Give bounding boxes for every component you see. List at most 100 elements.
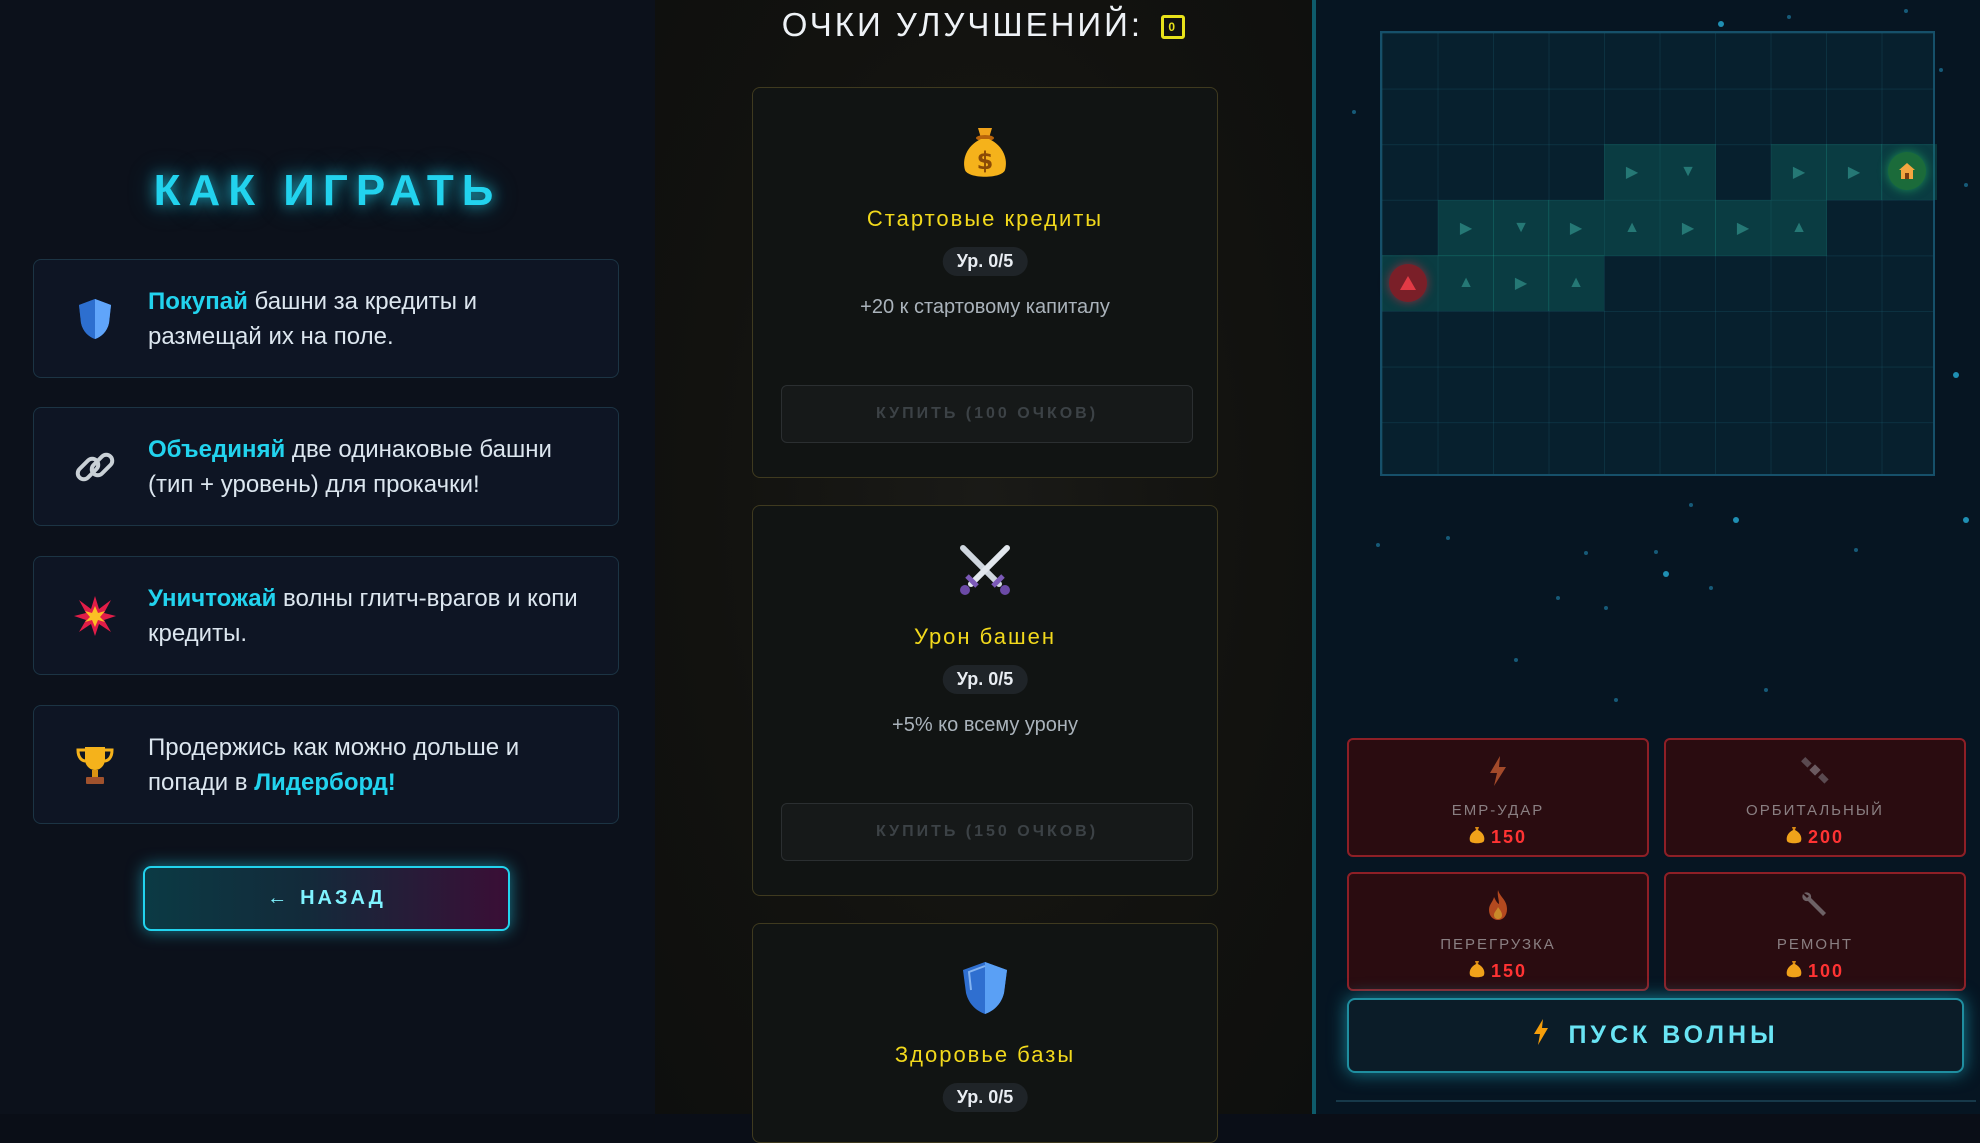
upgrade-level-badge: Ур. 0/5 bbox=[942, 1083, 1028, 1112]
ability-orbital[interactable]: ОРБИТАЛЬНЫЙ 200 bbox=[1664, 738, 1966, 857]
rule-text: Уничтожай волны глитч-врагов и копи кред… bbox=[148, 581, 588, 651]
upgrade-name: Урон башен bbox=[913, 624, 1057, 649]
ability-emp[interactable]: EMP-УДАР 150 bbox=[1347, 738, 1649, 857]
star bbox=[1604, 606, 1608, 610]
upgrade-points-label: ОЧКИ УЛУЧШЕНИЙ: bbox=[781, 6, 1144, 43]
back-button[interactable]: ← НАЗАД bbox=[143, 866, 510, 931]
ability-cost: 150 bbox=[1349, 826, 1647, 849]
rule-highlight: Уничтожай bbox=[148, 584, 277, 612]
base-icon bbox=[1888, 152, 1926, 190]
rule-highlight: Объединяй bbox=[148, 435, 286, 463]
star bbox=[1953, 372, 1959, 378]
ability-cost-value: 150 bbox=[1490, 961, 1528, 981]
upgrade-points-value: 0 bbox=[1161, 15, 1186, 40]
star bbox=[1709, 586, 1713, 590]
buy-upgrade-button[interactable]: КУПИТЬ (100 ОЧКОВ) bbox=[781, 385, 1193, 443]
path-tile: ▶ bbox=[1826, 144, 1882, 200]
star bbox=[1352, 110, 1356, 114]
ability-name: ПЕРЕГРУЗКА bbox=[1440, 936, 1556, 953]
upgrade-name: Здоровье базы bbox=[894, 1042, 1076, 1067]
rule-card-merge: Объединяй две одинаковые башни (тип + ур… bbox=[33, 407, 619, 526]
satellite-icon bbox=[1666, 755, 1964, 785]
ability-cost: 200 bbox=[1666, 826, 1964, 849]
money-bag-icon: $ bbox=[753, 124, 1217, 182]
star bbox=[1718, 21, 1724, 27]
launch-wave-button[interactable]: ПУСК ВОЛНЫ bbox=[1347, 998, 1964, 1073]
shield-icon bbox=[72, 296, 118, 342]
svg-text:$: $ bbox=[977, 147, 994, 175]
ability-cost-value: 100 bbox=[1807, 961, 1845, 981]
upgrade-points-header: ОЧКИ УЛУЧШЕНИЙ: 0 bbox=[655, 6, 1312, 44]
star bbox=[1733, 517, 1739, 523]
rule-highlight: Покупай bbox=[148, 287, 248, 315]
shield-icon bbox=[753, 960, 1217, 1018]
path-tile: ▶ bbox=[1548, 200, 1604, 256]
path-tile: ▲ bbox=[1438, 255, 1494, 311]
star bbox=[1663, 571, 1669, 577]
back-button-label: НАЗАД bbox=[300, 887, 386, 909]
star bbox=[1963, 517, 1969, 523]
ability-overload[interactable]: ПЕРЕГРУЗКА 150 bbox=[1347, 872, 1649, 991]
explosion-icon bbox=[72, 593, 118, 639]
how-to-play-title: КАК ИГРАТЬ bbox=[153, 166, 502, 215]
star bbox=[1654, 550, 1658, 554]
upgrade-level-badge: Ур. 0/5 bbox=[942, 247, 1028, 276]
enemy-spawn-icon bbox=[1389, 264, 1427, 302]
rule-text: Продержись как можно дольше и попади в Л… bbox=[148, 730, 588, 800]
path-tile: ▲ bbox=[1771, 200, 1827, 256]
arrow-left-icon: ← bbox=[267, 887, 291, 909]
upgrade-card-base-health: Здоровье базы Ур. 0/5 bbox=[752, 923, 1218, 1143]
money-bag-icon bbox=[1786, 960, 1802, 983]
ability-name: ОРБИТАЛЬНЫЙ bbox=[1746, 802, 1884, 819]
star bbox=[1556, 596, 1560, 600]
path-tile: ▼ bbox=[1660, 144, 1716, 200]
ability-name: РЕМОНТ bbox=[1776, 936, 1854, 953]
path-tile: ▶ bbox=[1660, 200, 1716, 256]
star bbox=[1764, 688, 1768, 692]
upgrade-card-starting-credits: $ Стартовые кредиты Ур. 0/5 +20 к старто… bbox=[752, 87, 1218, 478]
star bbox=[1904, 9, 1908, 13]
star bbox=[1614, 698, 1618, 702]
path-tile: ▲ bbox=[1548, 255, 1604, 311]
link-icon bbox=[72, 444, 118, 490]
buy-upgrade-button[interactable]: КУПИТЬ (150 ОЧКОВ) bbox=[781, 803, 1193, 861]
lightning-icon bbox=[1532, 1018, 1550, 1053]
upgrade-card-tower-damage: Урон башен Ур. 0/5 +5% ко всему урону КУ… bbox=[752, 505, 1218, 896]
upgrades-panel: ОЧКИ УЛУЧШЕНИЙ: 0 $ Стартовые кредиты Ур… bbox=[655, 0, 1312, 1143]
rule-text: Покупай башни за кредиты и размещай их н… bbox=[148, 284, 588, 354]
leaderboard-link[interactable]: Лидерборд! bbox=[254, 769, 396, 796]
path-tile: ▶ bbox=[1493, 255, 1549, 311]
star bbox=[1939, 68, 1943, 72]
rule-card-destroy: Уничтожай волны глитч-врагов и копи кред… bbox=[33, 556, 619, 675]
star bbox=[1787, 15, 1791, 19]
path-tile: ▶ bbox=[1771, 144, 1827, 200]
upgrade-name: Стартовые кредиты bbox=[866, 206, 1104, 231]
launch-wave-label: ПУСК ВОЛНЫ bbox=[1568, 1021, 1779, 1049]
divider bbox=[1336, 1100, 1976, 1102]
ability-cost: 150 bbox=[1349, 960, 1647, 983]
star bbox=[1854, 548, 1858, 552]
money-bag-icon bbox=[1469, 960, 1485, 983]
path-tile: ▶ bbox=[1715, 200, 1771, 256]
trophy-icon bbox=[72, 742, 118, 788]
rule-card-leaderboard: Продержись как можно дольше и попади в Л… bbox=[33, 705, 619, 824]
ability-cost: 100 bbox=[1666, 960, 1964, 983]
rule-text: Объединяй две одинаковые башни (тип + ур… bbox=[148, 432, 588, 502]
star bbox=[1689, 503, 1693, 507]
game-panel: ▶ ▼ ▶ ▶ ▶ ▼ ▶ ▲ ▶ ▶ ▲ ▲ ▶ ▲ EMP-УДАР 150… bbox=[1312, 0, 1980, 1114]
ability-repair[interactable]: РЕМОНТ 100 bbox=[1664, 872, 1966, 991]
crossed-swords-icon bbox=[753, 542, 1217, 600]
star bbox=[1446, 536, 1450, 540]
star bbox=[1584, 551, 1588, 555]
money-bag-icon bbox=[1469, 826, 1485, 849]
game-board[interactable]: ▶ ▼ ▶ ▶ ▶ ▼ ▶ ▲ ▶ ▶ ▲ ▲ ▶ ▲ bbox=[1380, 31, 1937, 476]
ability-cost-value: 150 bbox=[1490, 827, 1528, 847]
star bbox=[1964, 183, 1968, 187]
how-to-play-panel: КАК ИГРАТЬ Покупай башни за кредиты и ра… bbox=[0, 0, 655, 1114]
wrench-icon bbox=[1666, 889, 1964, 919]
lightning-icon bbox=[1349, 755, 1647, 787]
path-tile: ▲ bbox=[1604, 200, 1660, 256]
upgrade-description: +20 к стартовому капиталу bbox=[860, 296, 1110, 318]
fire-icon bbox=[1349, 889, 1647, 921]
ability-name: EMP-УДАР bbox=[1451, 802, 1545, 819]
